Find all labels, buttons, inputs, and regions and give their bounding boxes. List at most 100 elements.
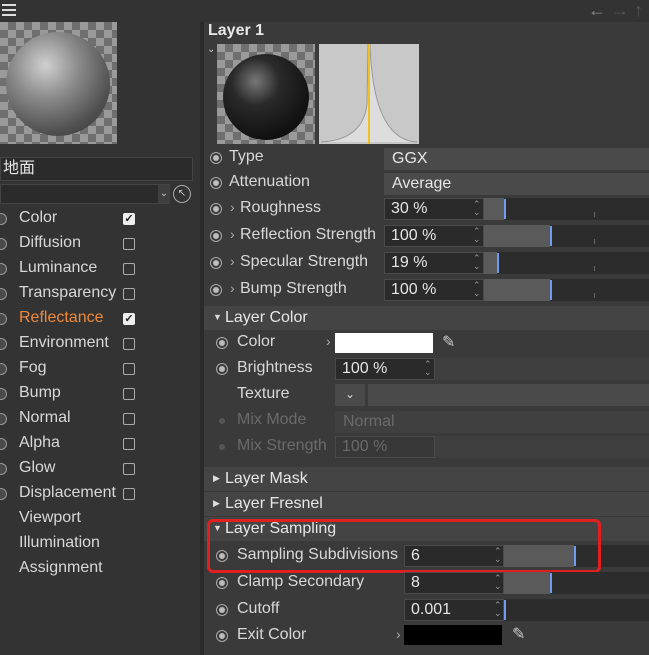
stepper-icon[interactable]: ⌃ ⌄ bbox=[473, 281, 481, 298]
expand-chevron-icon[interactable]: › bbox=[326, 333, 331, 349]
back-arrow-icon[interactable]: ← bbox=[588, 0, 606, 20]
material-preview[interactable] bbox=[0, 22, 117, 144]
animate-dot-icon[interactable] bbox=[0, 463, 7, 475]
animate-dot-icon[interactable] bbox=[0, 238, 7, 250]
channel-checkbox[interactable] bbox=[123, 288, 135, 300]
channel-item[interactable]: Normal bbox=[0, 407, 200, 432]
exit-color-swatch[interactable] bbox=[404, 625, 502, 645]
channel-checkbox[interactable] bbox=[123, 238, 135, 250]
animate-dot-icon[interactable] bbox=[216, 604, 228, 616]
layer-mask-section-header[interactable]: ▶ Layer Mask bbox=[204, 467, 649, 491]
channel-checkbox[interactable] bbox=[123, 413, 135, 425]
expand-chevron-icon[interactable]: › bbox=[230, 280, 235, 296]
channel-item[interactable]: Viewport bbox=[0, 507, 200, 532]
pointer-icon[interactable]: ↖ bbox=[173, 185, 191, 203]
expand-chevron-icon[interactable]: › bbox=[396, 626, 401, 642]
channel-checkbox[interactable] bbox=[123, 363, 135, 375]
animate-dot-icon[interactable] bbox=[216, 363, 228, 375]
stepper-icon[interactable]: ⌃ ⌄ bbox=[494, 601, 502, 618]
animate-dot-icon[interactable] bbox=[210, 177, 222, 189]
stepper-icon[interactable]: ⌃ ⌄ bbox=[473, 200, 481, 217]
channel-item[interactable]: Fog bbox=[0, 357, 200, 382]
channel-item[interactable]: Reflectance ✓ bbox=[0, 307, 200, 332]
animate-dot-icon[interactable] bbox=[210, 230, 222, 242]
layer-fresnel-section-header[interactable]: ▶ Layer Fresnel bbox=[204, 492, 649, 516]
color-swatch[interactable] bbox=[335, 333, 433, 353]
eyedropper-icon[interactable]: ✎ bbox=[512, 624, 525, 644]
chevron-down-icon[interactable]: ⌄ bbox=[158, 185, 170, 203]
expand-chevron-icon[interactable]: › bbox=[230, 199, 235, 215]
eyedropper-icon[interactable]: ✎ bbox=[442, 332, 455, 352]
expand-chevron-icon[interactable]: › bbox=[230, 253, 235, 269]
stepper-icon[interactable]: ⌃ ⌄ bbox=[424, 360, 432, 377]
channel-item[interactable]: Diffusion bbox=[0, 232, 200, 257]
channel-item[interactable]: Illumination bbox=[0, 532, 200, 557]
channel-checkbox[interactable] bbox=[123, 488, 135, 500]
channel-item[interactable]: Alpha bbox=[0, 432, 200, 457]
cutoff-field[interactable]: 0.001 bbox=[404, 599, 504, 621]
channel-item[interactable]: Color ✓ bbox=[0, 207, 200, 232]
animate-dot-icon[interactable] bbox=[210, 203, 222, 215]
stepper-icon[interactable]: ⌃ ⌄ bbox=[473, 254, 481, 271]
animate-dot-icon[interactable] bbox=[216, 337, 228, 349]
texture-slot[interactable] bbox=[368, 384, 649, 406]
up-arrow-icon[interactable]: ↑ bbox=[634, 0, 643, 20]
channel-checkbox[interactable] bbox=[123, 338, 135, 350]
forward-arrow-icon[interactable]: → bbox=[611, 0, 629, 20]
channel-item[interactable]: Glow bbox=[0, 457, 200, 482]
channel-item[interactable]: Transparency bbox=[0, 282, 200, 307]
animate-dot-icon[interactable] bbox=[0, 263, 7, 275]
stepper-icon[interactable]: ⌃ ⌄ bbox=[494, 574, 502, 591]
clamp-secondary-slider[interactable] bbox=[504, 572, 649, 594]
texture-menu-button[interactable]: ⌄ bbox=[335, 384, 365, 406]
channel-checkbox[interactable] bbox=[123, 388, 135, 400]
animate-dot-icon[interactable] bbox=[0, 338, 7, 350]
channel-checkbox[interactable]: ✓ bbox=[123, 313, 135, 325]
animate-dot-icon[interactable] bbox=[0, 288, 7, 300]
channel-select[interactable] bbox=[0, 184, 170, 204]
brightness-field[interactable]: 100 % bbox=[335, 358, 435, 380]
channel-checkbox[interactable] bbox=[123, 263, 135, 275]
attenuation-dropdown[interactable]: Average bbox=[384, 173, 649, 195]
clamp-secondary-field[interactable]: 8 bbox=[404, 572, 504, 594]
animate-dot-icon[interactable] bbox=[0, 363, 7, 375]
animate-dot-icon[interactable] bbox=[216, 577, 228, 589]
bump-strength-slider[interactable] bbox=[484, 279, 649, 301]
animate-dot-icon[interactable] bbox=[210, 152, 222, 164]
channel-checkbox[interactable]: ✓ bbox=[123, 213, 135, 225]
cutoff-slider[interactable] bbox=[504, 599, 649, 621]
animate-dot-icon[interactable] bbox=[0, 213, 7, 225]
channel-item[interactable]: Luminance bbox=[0, 257, 200, 282]
animate-dot-icon[interactable] bbox=[210, 284, 222, 296]
layer-preview[interactable] bbox=[217, 44, 315, 144]
animate-dot-icon[interactable] bbox=[0, 413, 7, 425]
channel-item[interactable]: Displacement bbox=[0, 482, 200, 507]
stepper-icon[interactable]: ⌃ ⌄ bbox=[473, 227, 481, 244]
reflection-strength-slider[interactable] bbox=[484, 225, 649, 247]
material-name-field[interactable]: 地面 bbox=[0, 157, 193, 181]
specular-strength-field[interactable]: 19 % bbox=[384, 252, 484, 274]
channel-item[interactable]: Environment bbox=[0, 332, 200, 357]
channel-item[interactable]: Bump bbox=[0, 382, 200, 407]
animate-dot-icon[interactable] bbox=[0, 313, 7, 325]
roughness-slider[interactable] bbox=[484, 198, 649, 220]
clamp-secondary-row: Clamp Secondary 8 ⌃ ⌄ bbox=[204, 570, 649, 596]
expand-chevron-icon[interactable]: › bbox=[230, 226, 235, 242]
collapse-arrow-icon[interactable]: ⌄ bbox=[207, 44, 215, 55]
bump-strength-field[interactable]: 100 % bbox=[384, 279, 484, 301]
type-dropdown[interactable]: GGX bbox=[384, 148, 649, 170]
reflection-strength-field[interactable]: 100 % bbox=[384, 225, 484, 247]
animate-dot-icon[interactable] bbox=[210, 257, 222, 269]
animate-dot-icon[interactable] bbox=[0, 438, 7, 450]
brightness-slider[interactable] bbox=[435, 358, 649, 380]
animate-dot-icon[interactable] bbox=[0, 388, 7, 400]
roughness-field[interactable]: 30 % bbox=[384, 198, 484, 220]
channel-item[interactable]: Assignment bbox=[0, 557, 200, 582]
specular-strength-slider[interactable] bbox=[484, 252, 649, 274]
animate-dot-icon[interactable] bbox=[0, 488, 7, 500]
layer-color-section-header[interactable]: ▼ Layer Color bbox=[204, 306, 649, 330]
channel-checkbox[interactable] bbox=[123, 438, 135, 450]
channel-checkbox[interactable] bbox=[123, 463, 135, 475]
animate-dot-icon[interactable] bbox=[216, 630, 228, 642]
menu-icon[interactable] bbox=[2, 4, 16, 16]
